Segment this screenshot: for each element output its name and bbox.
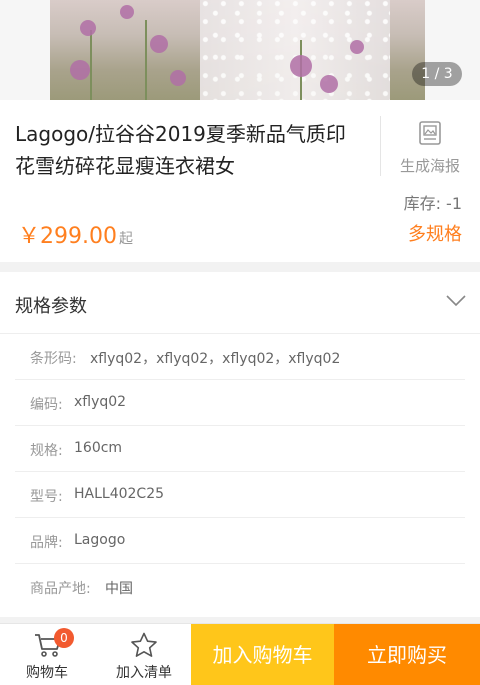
divider bbox=[380, 116, 381, 176]
spec-row: 编码: xflyq02 bbox=[15, 380, 465, 426]
spec-row: 商品产地: 中国 bbox=[15, 564, 465, 610]
spec-value: 160cm bbox=[74, 440, 123, 456]
product-image-carousel[interactable]: 1 / 3 bbox=[0, 0, 480, 100]
star-icon bbox=[131, 632, 157, 657]
spec-key: 品牌: bbox=[30, 535, 63, 551]
spec-key: 编码: bbox=[30, 397, 63, 413]
spec-header[interactable]: 规格参数 bbox=[0, 272, 480, 334]
generate-poster-button[interactable]: 生成海报 bbox=[400, 155, 460, 176]
product-page: 1 / 3 Lagogo/拉谷谷2019夏季新品气质印花雪纺碎花显瘦连衣裙女 生… bbox=[0, 0, 480, 685]
poster-icon[interactable] bbox=[417, 120, 443, 146]
spec-value: 中国 bbox=[105, 581, 133, 597]
spec-value: Lagogo bbox=[74, 532, 126, 548]
spec-key: 规格: bbox=[30, 443, 63, 459]
buy-now-button[interactable]: 立即购买 bbox=[334, 624, 480, 685]
spec-value: HALL402C25 bbox=[74, 486, 165, 502]
price-suffix: 起 bbox=[118, 231, 133, 247]
spec-title: 规格参数 bbox=[15, 296, 87, 317]
bottom-action-bar: 0 购物车 加入清单 加入购物车 立即购买 bbox=[0, 623, 480, 685]
spec-key: 商品产地: bbox=[30, 581, 91, 597]
spec-row: 品牌: Lagogo bbox=[15, 518, 465, 564]
cart-button[interactable]: 0 购物车 bbox=[14, 624, 80, 685]
price: ￥299.00 起 bbox=[18, 218, 133, 250]
spec-key: 型号: bbox=[30, 489, 63, 505]
cart-label: 购物车 bbox=[26, 665, 68, 681]
add-to-list-label: 加入清单 bbox=[116, 665, 172, 681]
spec-row: 型号: HALL402C25 bbox=[15, 472, 465, 518]
spec-row: 规格: 160cm bbox=[15, 426, 465, 472]
multi-spec-link[interactable]: 多规格 bbox=[408, 220, 462, 246]
price-value: ￥299.00 bbox=[18, 224, 117, 249]
spec-key: 条形码: bbox=[30, 351, 77, 367]
spec-section: 规格参数 条形码: xflyq02，xflyq02，xflyq02，xflyq0… bbox=[0, 272, 480, 617]
product-info: Lagogo/拉谷谷2019夏季新品气质印花雪纺碎花显瘦连衣裙女 生成海报 库存… bbox=[0, 100, 480, 262]
image-pager: 1 / 3 bbox=[412, 62, 462, 86]
product-photo bbox=[50, 0, 425, 100]
add-to-list-button[interactable]: 加入清单 bbox=[104, 624, 184, 685]
product-title: Lagogo/拉谷谷2019夏季新品气质印花雪纺碎花显瘦连衣裙女 bbox=[15, 122, 346, 178]
spec-row: 条形码: xflyq02，xflyq02，xflyq02，xflyq02 bbox=[15, 334, 465, 380]
stock-count: 库存: -1 bbox=[403, 194, 462, 213]
spec-value: xflyq02，xflyq02，xflyq02，xflyq02 bbox=[90, 351, 341, 367]
spec-value: xflyq02 bbox=[74, 394, 127, 410]
chevron-down-icon[interactable] bbox=[446, 294, 466, 308]
add-to-cart-button[interactable]: 加入购物车 bbox=[191, 624, 334, 685]
cart-count-badge: 0 bbox=[54, 628, 74, 648]
